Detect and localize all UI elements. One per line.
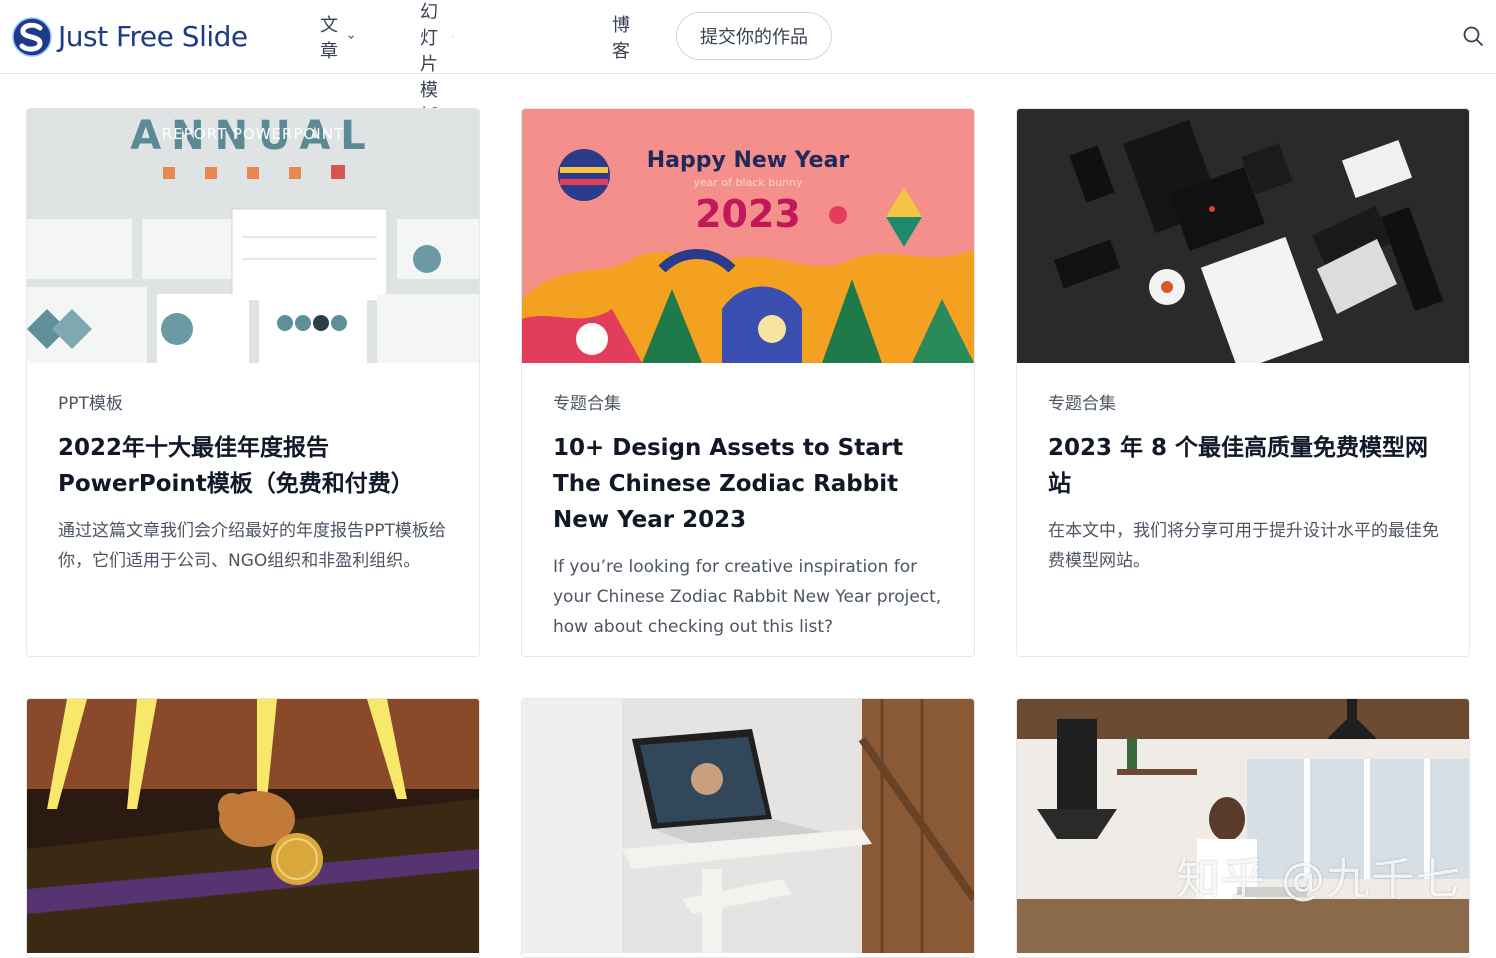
post-category[interactable]: PPT模板: [58, 394, 450, 414]
post-body: 专题合集 10+ Design Assets to Start The Chin…: [553, 394, 945, 642]
thumb-subheading: REPORT POWERPOINT: [162, 125, 344, 143]
post-thumbnail[interactable]: [1017, 699, 1469, 953]
post-excerpt: 通过这篇文章我们会介绍最好的年度报告PPT模板给你，它们适用于公司、NGO组织和…: [58, 521, 446, 571]
logo-mark-icon: [12, 17, 52, 57]
post-title[interactable]: 2022年十大最佳年度报告PowerPoint模板（免费和付费）: [58, 430, 450, 502]
post-category[interactable]: 专题合集: [1048, 394, 1440, 414]
thumb-heading: Happy New Year: [647, 148, 850, 173]
bitcoin-figure-thumbnail-image: [27, 699, 479, 953]
nav-label: 文章: [320, 15, 338, 62]
post-title[interactable]: 10+ Design Assets to Start The Chinese Z…: [553, 430, 945, 538]
annual-report-thumbnail-image: ANNUAL REPORT POWERPOINT: [27, 109, 479, 363]
site-header: Just Free Slide 文章 免费幻灯片模板 博客 提交你的作品: [0, 0, 1496, 127]
post-card[interactable]: ANNUAL REPORT POWERPOINT PPT模板 2022年十大最佳…: [26, 108, 480, 657]
laptop-desk-thumbnail-image: [522, 699, 974, 953]
post-category[interactable]: 专题合集: [553, 394, 945, 414]
post-card[interactable]: [26, 698, 480, 958]
post-title[interactable]: 2023 年 8 个最佳高质量免费模型网站: [1048, 430, 1440, 502]
site-logo[interactable]: Just Free Slide: [12, 17, 248, 57]
post-card[interactable]: 专题合集 2023 年 8 个最佳高质量免费模型网站 在本文中，我们将分享可用于…: [1016, 108, 1470, 657]
post-card[interactable]: Happy New Year year of black bunny 2023 …: [521, 108, 975, 657]
watermark-text: 知乎 @九千七: [1176, 854, 1461, 905]
kitchen-workspace-thumbnail-image: [1017, 699, 1469, 953]
post-card[interactable]: [1016, 698, 1470, 958]
submit-work-button[interactable]: 提交你的作品: [676, 12, 832, 60]
post-thumbnail[interactable]: [1017, 109, 1469, 363]
nav-item-articles[interactable]: 文章: [320, 11, 354, 63]
post-card[interactable]: [521, 698, 975, 958]
chevron-down-icon: [452, 36, 454, 38]
logo-text: Just Free Slide: [58, 20, 248, 53]
search-icon[interactable]: [1462, 25, 1484, 47]
new-year-rabbit-thumbnail-image: Happy New Year year of black bunny 2023: [522, 109, 974, 363]
post-thumbnail[interactable]: Happy New Year year of black bunny 2023: [522, 109, 974, 363]
post-thumbnail[interactable]: ANNUAL REPORT POWERPOINT: [27, 109, 479, 363]
thumb-year: 2023: [695, 192, 801, 236]
nav-item-blog[interactable]: 博客: [612, 11, 630, 63]
post-excerpt: 在本文中，我们将分享可用于提升设计水平的最佳免费模型网站。: [1048, 521, 1439, 571]
post-body: 专题合集 2023 年 8 个最佳高质量免费模型网站 在本文中，我们将分享可用于…: [1048, 394, 1440, 576]
mockup-stationery-thumbnail-image: [1017, 109, 1469, 363]
post-excerpt: If you’re looking for creative inspirati…: [553, 557, 942, 637]
chevron-down-icon: [348, 35, 354, 39]
nav-label: 博客: [612, 15, 630, 62]
post-body: PPT模板 2022年十大最佳年度报告PowerPoint模板（免费和付费） 通…: [58, 394, 450, 576]
post-thumbnail[interactable]: [27, 699, 479, 953]
thumb-subheading: year of black bunny: [693, 176, 803, 189]
post-thumbnail[interactable]: [522, 699, 974, 953]
